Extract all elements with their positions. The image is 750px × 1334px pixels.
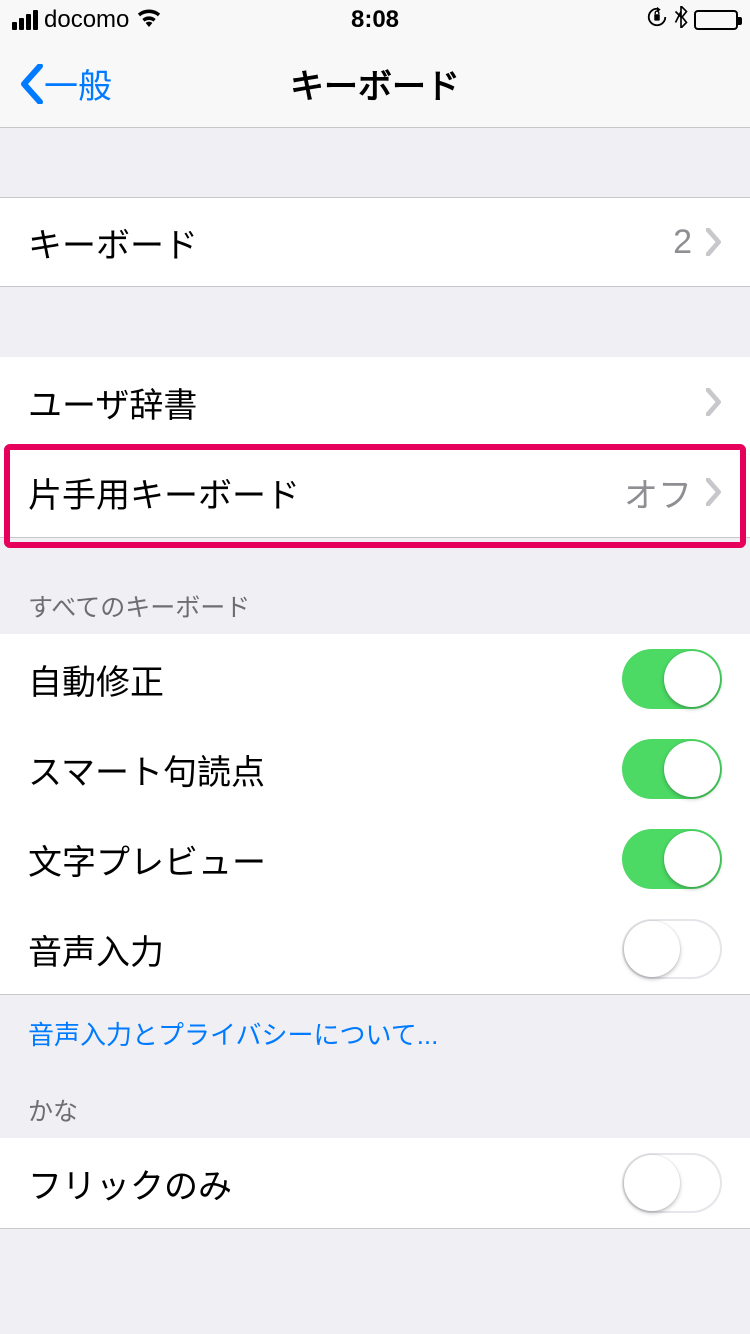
toggle-smart-punctuation[interactable] <box>622 739 722 799</box>
clock: 8:08 <box>351 6 399 34</box>
row-label: 文字プレビュー <box>28 835 622 884</box>
keyboards-count: 2 <box>673 223 692 262</box>
row-label: 片手用キーボード <box>28 468 624 517</box>
wifi-icon <box>135 6 163 34</box>
row-label: 音声入力 <box>28 925 622 974</box>
row-user-dictionary[interactable]: ユーザ辞書 <box>0 357 750 447</box>
section-header-kana: かな <box>0 1092 750 1138</box>
row-character-preview: 文字プレビュー <box>0 814 750 904</box>
section-header-all-keyboards: すべてのキーボード <box>0 588 750 634</box>
row-flick-only: フリックのみ <box>0 1138 750 1228</box>
bluetooth-icon <box>674 6 688 35</box>
row-label: スマート句読点 <box>28 745 622 794</box>
back-label: 一般 <box>44 59 112 108</box>
battery-icon <box>694 10 738 30</box>
page-title: キーボード <box>290 59 460 108</box>
row-keyboards[interactable]: キーボード 2 <box>0 197 750 287</box>
row-auto-correct: 自動修正 <box>0 634 750 724</box>
row-smart-punctuation: スマート句読点 <box>0 724 750 814</box>
chevron-right-icon <box>706 478 722 506</box>
carrier-label: docomo <box>44 6 129 34</box>
row-dictation: 音声入力 <box>0 904 750 994</box>
dictation-privacy-link[interactable]: 音声入力とプライバシーについて... <box>0 995 750 1072</box>
cellular-signal-icon <box>12 10 38 30</box>
chevron-right-icon <box>706 228 722 256</box>
orientation-lock-icon <box>646 6 668 35</box>
navigation-bar: 一般 キーボード <box>0 40 750 128</box>
toggle-auto-correct[interactable] <box>622 649 722 709</box>
toggle-dictation[interactable] <box>622 919 722 979</box>
row-label: ユーザ辞書 <box>28 378 706 427</box>
toggle-character-preview[interactable] <box>622 829 722 889</box>
chevron-left-icon <box>20 64 44 104</box>
status-bar: docomo 8:08 <box>0 0 750 40</box>
row-label: 自動修正 <box>28 655 622 704</box>
one-handed-value: オフ <box>624 468 692 517</box>
row-label: フリックのみ <box>28 1159 622 1208</box>
row-label: キーボード <box>28 218 673 267</box>
back-button[interactable]: 一般 <box>20 59 112 108</box>
toggle-flick-only[interactable] <box>622 1153 722 1213</box>
chevron-right-icon <box>706 388 722 416</box>
row-one-handed-keyboard[interactable]: 片手用キーボード オフ <box>0 447 750 537</box>
